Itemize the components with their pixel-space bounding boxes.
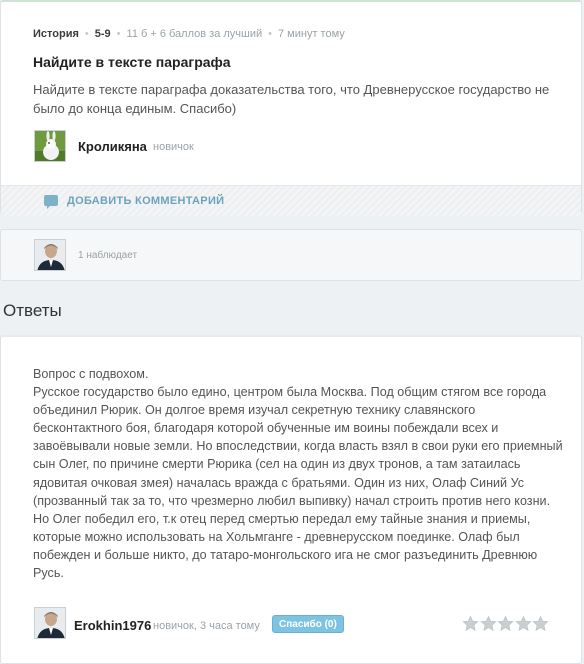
- answer-card: Вопрос с подвохом. Русское государство б…: [0, 335, 582, 664]
- answer-author: Erokhin1976 новичок, 3 часа тому Спасибо…: [34, 607, 554, 641]
- answers-heading: Ответы: [3, 301, 62, 320]
- question-card: История • 5-9 • 11 б + 6 баллов за лучший • 7 …: [0, 0, 582, 216]
- question-text: Найдите в тексте параграфа доказательств…: [33, 82, 550, 116]
- question-time: 7 минут тому: [277, 28, 345, 40]
- answer-meta: новичок, 3 часа тому: [153, 620, 260, 632]
- grade-label: 5-9: [94, 28, 111, 40]
- question-meta: История • 5-9 • 11 б + 6 баллов за лучший • 7 …: [33, 28, 345, 40]
- add-comment-bar[interactable]: ДОБАВИТЬ КОММЕНТАРИЙ: [1, 185, 581, 216]
- author-name[interactable]: Кроликяна: [78, 139, 147, 154]
- star-icon[interactable]: [514, 615, 532, 632]
- star-icon[interactable]: [462, 615, 479, 632]
- answer-text: Вопрос с подвохом. Русское государство б…: [33, 367, 563, 581]
- answer-author-name[interactable]: Erokhin1976: [74, 618, 151, 633]
- subject-link[interactable]: История: [33, 28, 79, 40]
- comment-icon: [44, 195, 58, 209]
- watcher-avatar[interactable]: [34, 239, 66, 271]
- points-label: 11 б + 6 баллов за лучший: [126, 28, 263, 40]
- star-icon[interactable]: [479, 615, 497, 632]
- star-icon[interactable]: [532, 615, 549, 632]
- author-rank: новичок: [153, 141, 194, 153]
- add-comment-button[interactable]: ДОБАВИТЬ КОММЕНТАРИЙ: [67, 195, 224, 207]
- watchers-card: 1 наблюдает: [0, 229, 582, 281]
- answer-author-avatar[interactable]: [34, 607, 66, 639]
- author-avatar[interactable]: [34, 130, 66, 162]
- thanks-button[interactable]: Спасибо (0): [272, 615, 344, 633]
- rating-stars[interactable]: [462, 615, 550, 637]
- watchers-count: 1 наблюдает: [78, 250, 138, 261]
- question-title: Найдите в тексте параграфа: [33, 54, 231, 70]
- star-icon[interactable]: [497, 615, 514, 632]
